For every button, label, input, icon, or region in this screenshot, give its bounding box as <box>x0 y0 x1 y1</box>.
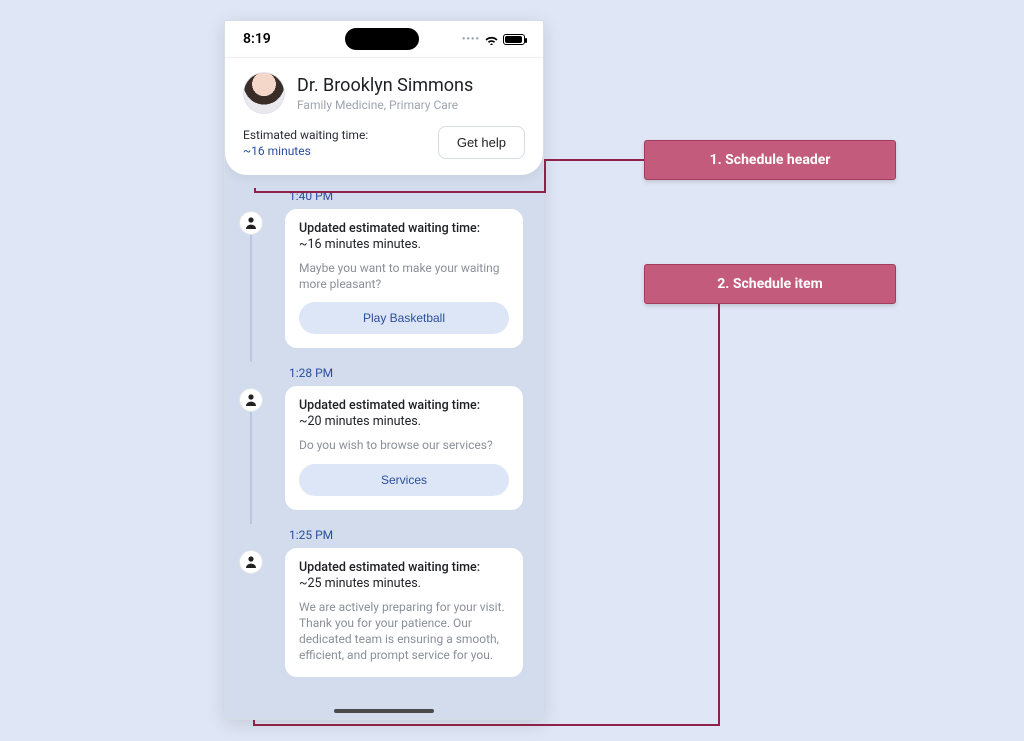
message-bubble: Updated estimated waiting time: ~25 minu… <box>285 548 523 678</box>
annotation-connector <box>544 159 546 191</box>
bubble-title: Updated estimated waiting time: <box>299 221 509 236</box>
battery-icon <box>503 34 525 45</box>
waiting-value: ~16 minutes <box>243 144 368 158</box>
annotation-connector <box>253 724 720 726</box>
entry-time: 1:28 PM <box>285 366 523 380</box>
message-bubble: Updated estimated waiting time: ~20 minu… <box>285 386 523 509</box>
schedule-header-card: Dr. Brooklyn Simmons Family Medicine, Pr… <box>225 57 543 175</box>
agent-avatar-icon <box>239 211 263 235</box>
bubble-body: Maybe you want to make your waiting more… <box>299 260 509 292</box>
services-button[interactable]: Services <box>299 464 509 496</box>
doctor-row: Dr. Brooklyn Simmons Family Medicine, Pr… <box>243 62 525 126</box>
bubble-body: We are actively preparing for your visit… <box>299 599 509 664</box>
bubble-subtitle: ~20 minutes minutes. <box>299 414 509 429</box>
status-time: 8:19 <box>243 31 303 47</box>
annotation-connector <box>253 720 255 726</box>
timeline-connector <box>250 235 252 362</box>
message-bubble: Updated estimated waiting time: ~16 minu… <box>285 209 523 348</box>
bubble-subtitle: ~25 minutes minutes. <box>299 576 509 591</box>
status-bar: 8:19 •••• <box>225 21 543 57</box>
agent-avatar-icon <box>239 388 263 412</box>
doctor-name: Dr. Brooklyn Simmons <box>297 75 473 96</box>
annotation-schedule-header: 1. Schedule header <box>644 140 896 180</box>
bubble-title: Updated estimated waiting time: <box>299 398 509 413</box>
annotation-connector <box>254 188 256 192</box>
schedule-item: 1:40 PM Updated estimated waiting time: … <box>245 189 523 348</box>
more-dots-icon: •••• <box>462 34 480 45</box>
schedule-item: 1:25 PM Updated estimated waiting time: … <box>245 528 523 678</box>
annotation-schedule-item: 2. Schedule item <box>644 264 896 304</box>
agent-avatar-icon <box>239 550 263 574</box>
status-indicators: •••• <box>462 34 525 45</box>
wifi-icon <box>484 34 499 45</box>
annotation-connector <box>254 191 546 193</box>
dynamic-island <box>345 28 419 50</box>
doctor-avatar <box>243 72 285 114</box>
phone-frame: 8:19 •••• Dr. Brooklyn Simmons Family Me… <box>224 20 544 720</box>
annotation-connector <box>718 304 720 724</box>
timeline: 1:40 PM Updated estimated waiting time: … <box>225 175 543 720</box>
bubble-title: Updated estimated waiting time: <box>299 560 509 575</box>
doctor-specialty: Family Medicine, Primary Care <box>297 98 473 112</box>
waiting-label: Estimated waiting time: <box>243 128 368 142</box>
schedule-item: 1:28 PM Updated estimated waiting time: … <box>245 366 523 509</box>
bubble-subtitle: ~16 minutes minutes. <box>299 237 509 252</box>
waiting-row: Estimated waiting time: ~16 minutes Get … <box>243 126 525 159</box>
get-help-button[interactable]: Get help <box>438 126 525 159</box>
home-indicator <box>334 709 434 713</box>
entry-time: 1:25 PM <box>285 528 523 542</box>
timeline-connector <box>250 412 252 523</box>
bubble-body: Do you wish to browse our services? <box>299 437 509 453</box>
annotation-connector <box>544 159 644 161</box>
play-basketball-button[interactable]: Play Basketball <box>299 302 509 334</box>
